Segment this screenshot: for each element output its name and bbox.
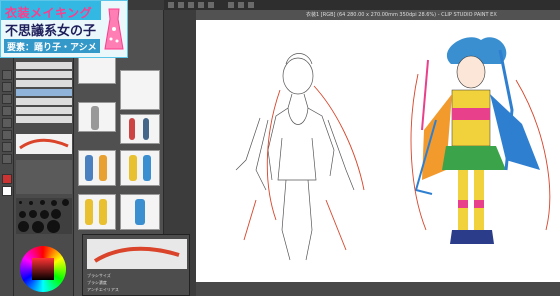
title-line-2: 不思議系女の子 xyxy=(5,24,97,39)
brush-stroke-preview xyxy=(16,134,72,154)
status-bar xyxy=(196,282,560,296)
subtitle-text: 要素：踊り子・アシメ xyxy=(7,43,97,53)
zoom-tool-icon[interactable] xyxy=(2,154,12,164)
popup-stroke-preview xyxy=(87,239,187,269)
clip-studio-window: 衣装1 [RGB] (64 280.00 x 270.00mm 350dpi 2… xyxy=(0,0,560,296)
size-dot[interactable] xyxy=(47,220,60,233)
canvas-title-bar: 衣装1 [RGB] (64 280.00 x 270.00mm 350dpi 2… xyxy=(196,10,560,20)
stroke-preview-graphic xyxy=(19,138,69,150)
menu-icon[interactable] xyxy=(238,2,244,8)
thumbnail[interactable] xyxy=(120,70,160,110)
menu-icon[interactable] xyxy=(228,2,234,8)
brush-size-palette xyxy=(16,198,72,234)
size-dot[interactable] xyxy=(40,200,45,205)
select-tool-icon[interactable] xyxy=(2,118,12,128)
thumbnail[interactable] xyxy=(120,114,160,144)
popup-item[interactable]: ブラシサイズ xyxy=(87,273,111,279)
color-saturation-square[interactable] xyxy=(32,258,54,280)
dress-icon xyxy=(104,8,124,50)
tool-property-panel xyxy=(16,160,72,194)
menu-icon[interactable] xyxy=(198,2,204,8)
thumbnail-figure xyxy=(129,118,135,140)
color-wheel[interactable] xyxy=(20,246,66,292)
sketch-red-guides xyxy=(243,85,365,251)
layer-row[interactable] xyxy=(16,80,72,87)
thumbnail[interactable] xyxy=(120,150,160,186)
layer-row[interactable] xyxy=(16,62,72,69)
thumbnail[interactable] xyxy=(78,54,116,84)
menu-icon[interactable] xyxy=(188,2,194,8)
size-dot[interactable] xyxy=(18,221,29,232)
thumbnail-figure xyxy=(135,199,145,225)
thumbnail-figure xyxy=(99,155,107,181)
thumbnail[interactable] xyxy=(78,194,116,230)
popup-item[interactable]: ブラシ濃度 xyxy=(87,280,107,286)
size-dot[interactable] xyxy=(62,199,69,206)
thumbnail-figure xyxy=(143,118,149,140)
main-color-swatch[interactable] xyxy=(2,174,12,184)
thumbnail-figure xyxy=(99,199,107,225)
brush-settings-popup: ブラシサイズ ブラシ濃度 アンチエイリアス xyxy=(82,234,190,296)
thumbnail-figure xyxy=(143,155,151,181)
canvas-title: 衣装1 [RGB] (64 280.00 x 270.00mm 350dpi 2… xyxy=(306,12,497,18)
menu-icon[interactable] xyxy=(168,2,174,8)
menu-icon[interactable] xyxy=(178,2,184,8)
menu-icon[interactable] xyxy=(248,2,254,8)
thumbnail[interactable] xyxy=(78,102,116,132)
size-dot[interactable] xyxy=(29,210,37,218)
layer-row-selected[interactable] xyxy=(16,89,72,96)
layer-row[interactable] xyxy=(16,98,72,105)
thumbnail-figure xyxy=(85,199,93,225)
menu-icon[interactable] xyxy=(208,2,214,8)
colored-figure xyxy=(414,37,540,244)
hand-tool-icon[interactable] xyxy=(2,142,12,152)
layer-row[interactable] xyxy=(16,116,72,123)
eraser-tool-icon[interactable] xyxy=(2,94,12,104)
title-line-1: 衣装メイキング xyxy=(5,6,93,20)
drawing-canvas[interactable] xyxy=(196,20,560,282)
popup-stroke-graphic xyxy=(93,246,180,263)
size-dot[interactable] xyxy=(19,201,22,204)
sub-color-swatch[interactable] xyxy=(2,186,12,196)
thumbnail[interactable] xyxy=(120,194,160,230)
size-dot[interactable] xyxy=(29,201,33,205)
top-toolbar xyxy=(164,0,560,10)
text-tool-icon[interactable] xyxy=(2,130,12,140)
thumbnail-figure xyxy=(129,155,137,181)
thumbnail-figure xyxy=(85,155,93,181)
layer-row[interactable] xyxy=(16,71,72,78)
size-dot[interactable] xyxy=(51,200,57,206)
size-dot[interactable] xyxy=(51,209,61,219)
size-dot[interactable] xyxy=(32,221,44,233)
title-card: 衣装メイキング 不思議系女の子 要素：踊り子・アシメ xyxy=(0,0,128,58)
layer-row[interactable] xyxy=(16,107,72,114)
size-dot[interactable] xyxy=(40,210,49,219)
subtitle-band: 要素：踊り子・アシメ xyxy=(4,39,100,53)
pen-tool-icon[interactable] xyxy=(2,70,12,80)
brush-tool-icon[interactable] xyxy=(2,82,12,92)
thumbnail-figure xyxy=(91,106,99,130)
thumbnail[interactable] xyxy=(78,150,116,186)
fill-tool-icon[interactable] xyxy=(2,106,12,116)
sketch-figure xyxy=(235,53,355,261)
canvas-artwork xyxy=(235,37,551,261)
size-dot[interactable] xyxy=(19,211,26,218)
popup-item[interactable]: アンチエイリアス xyxy=(87,287,119,293)
